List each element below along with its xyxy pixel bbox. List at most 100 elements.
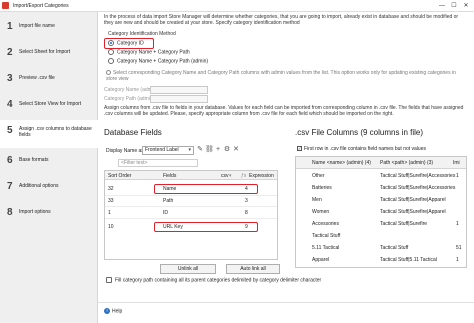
csv-path-cell: Tactical Stuff|Surefire|Accessories [380, 185, 456, 191]
step-number: 8 [7, 207, 13, 218]
step-assign-columns[interactable]: 5 Assign .csv columns to database fields [0, 120, 98, 148]
delete-icon[interactable]: ✕ [232, 146, 240, 154]
row-sort: 1 [108, 210, 111, 216]
csv-extra-cell: 1 [456, 173, 459, 179]
col-csv-path[interactable]: Path <path> (admin) (3) [380, 160, 433, 166]
close-button[interactable]: ✕ [460, 1, 472, 11]
sort-icon: ▾ [229, 173, 232, 179]
csv-path-cell: Tactical Stuff|Surefire|Apparel [380, 209, 446, 215]
category-path-admin-field [150, 95, 208, 103]
step-number: 1 [7, 21, 13, 32]
radio-icon [108, 49, 114, 55]
display-name-select[interactable]: Frontend Label ▾ [142, 146, 194, 155]
col-expression[interactable]: Expression [249, 173, 274, 179]
edit-icon[interactable]: ✎ [196, 146, 204, 154]
col-sort-order[interactable]: Sort Order [108, 173, 131, 179]
auto-link-all-button[interactable]: Auto link all [226, 264, 280, 274]
csv-name-cell: Apparel [312, 257, 330, 263]
note-text: Select corresponding Category Name and C… [106, 70, 456, 82]
row-divider [105, 218, 277, 219]
radio-icon [108, 58, 114, 64]
csv-columns-grid: Name <name> (admin) (4) Path <path> (adm… [295, 156, 467, 268]
row-field[interactable]: ID [163, 210, 168, 216]
wizard-steps-sidebar: 1 Import file name 2 Select Sheet for Im… [0, 12, 98, 323]
row-csv[interactable]: 3 [245, 198, 248, 204]
step-label: Import file name [19, 23, 55, 29]
step-base-formats[interactable]: 6 Base formats [0, 150, 98, 174]
csv-name-cell: Men [312, 197, 322, 203]
row-csv[interactable]: 4 [245, 186, 248, 192]
step-label: Import options [19, 209, 51, 215]
csv-path-cell: Tactical Stuff|5.11 Tactical [380, 257, 437, 263]
step-additional-options[interactable]: 7 Additional options [0, 176, 98, 200]
help-icon: ? [104, 308, 110, 314]
step-preview-csv[interactable]: 3 Preview .csv file [0, 68, 98, 92]
chevron-down-icon: ▾ [188, 147, 191, 153]
intro-text: In the process of data import Store Mana… [104, 14, 459, 26]
row-sort: 10 [108, 224, 114, 230]
help-link[interactable]: ? Help [104, 308, 122, 314]
step-import-file-name[interactable]: 1 Import file name [0, 16, 98, 40]
filter-input[interactable]: <Filter text> [118, 159, 198, 167]
row-csv[interactable]: 8 [245, 210, 248, 216]
add-icon[interactable]: + [214, 146, 222, 154]
settings-icon[interactable]: ⚙ [223, 146, 231, 154]
step-number: 3 [7, 73, 13, 84]
first-row-checkbox[interactable]: ✓ First row in .csv file contains field n… [297, 146, 426, 152]
step-number: 4 [7, 99, 13, 110]
row-field[interactable]: Name [163, 186, 176, 192]
radio-label: Category Name + Category Path (admin) [117, 58, 209, 65]
row-divider [105, 206, 277, 207]
maximize-button[interactable]: ☐ [448, 1, 460, 11]
checkbox-checked-icon: ✓ [297, 146, 302, 152]
title-bar: Import/Export Categories — ☐ ✕ [0, 0, 474, 12]
col-fields[interactable]: Fields [163, 173, 176, 179]
info-icon [106, 70, 111, 76]
col-csv-name[interactable]: Name <name> (admin) (4) [312, 160, 371, 166]
col-csv[interactable]: csv [221, 173, 229, 179]
csv-name-cell: Other [312, 173, 325, 179]
database-fields-grid: Sort Order Fields csv ▾ ƒx Expression 32… [104, 170, 278, 260]
radio-name-path[interactable]: Category Name + Category Path [108, 49, 190, 57]
csv-name-cell: Batteries [312, 185, 332, 191]
step-label: Select Store View for Import [19, 101, 82, 107]
checkbox-icon [106, 277, 112, 283]
main-panel: In the process of data import Store Mana… [104, 14, 470, 314]
window-title: Import/Export Categories [13, 3, 69, 9]
minimize-button[interactable]: — [436, 1, 448, 11]
radio-label: Category ID [117, 40, 144, 47]
csv-path-cell: Tactical Stuff [380, 245, 409, 251]
step-select-store-view[interactable]: 4 Select Store View for Import [0, 94, 98, 118]
col-csv-extra[interactable]: Imi [453, 160, 460, 166]
footer-divider [98, 302, 474, 303]
step-number: 7 [7, 181, 13, 192]
csv-extra-cell: 1 [456, 221, 459, 227]
assign-columns-note: Assign columns from .csv file to fields … [104, 105, 464, 117]
csv-name-cell: Accessories [312, 221, 339, 227]
step-label: Base formats [19, 157, 49, 163]
csv-extra-cell: 51 [456, 245, 462, 251]
grid-header: Name <name> (admin) (4) Path <path> (adm… [296, 157, 466, 169]
step-label: Select Sheet for Import [19, 49, 71, 55]
step-import-options[interactable]: 8 Import options [0, 202, 98, 226]
step-select-sheet[interactable]: 2 Select Sheet for Import [0, 42, 98, 66]
radio-category-id[interactable]: Category ID [108, 40, 144, 48]
fill-category-path-checkbox[interactable]: Fill category path containing all its pa… [106, 277, 466, 283]
step-label: Preview .csv file [19, 75, 55, 81]
checkbox-label: Fill category path containing all its pa… [115, 277, 322, 284]
category-name-admin-field [150, 86, 208, 94]
help-label: Help [112, 308, 123, 315]
radio-name-path-admin[interactable]: Category Name + Category Path (admin) [108, 58, 208, 66]
app-logo-icon [2, 2, 9, 9]
link-icon[interactable]: ⛓ [205, 146, 214, 154]
unlink-all-button[interactable]: Unlink all [160, 264, 216, 274]
identification-method-label: Category Identification Method [108, 31, 176, 37]
row-field[interactable]: URL Key [163, 224, 183, 230]
database-fields-title: Database Fields [104, 128, 162, 137]
row-field[interactable]: Path [163, 198, 173, 204]
row-csv[interactable]: 9 [245, 224, 248, 230]
radio-selected-icon [108, 40, 114, 46]
step-label: Additional options [19, 183, 59, 189]
display-name-value: Frontend Label [145, 147, 179, 153]
checkbox-label: First row in .csv file contains field na… [304, 146, 426, 152]
